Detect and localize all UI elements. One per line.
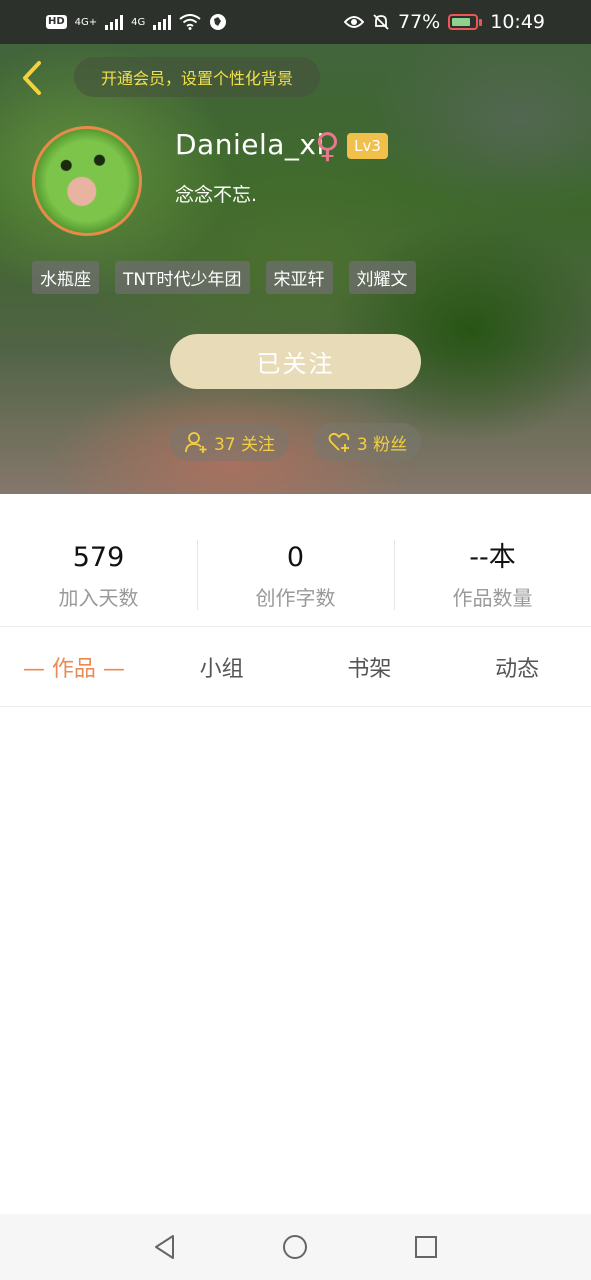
user-add-icon — [185, 432, 207, 453]
stat-label: 加入天数 — [58, 586, 139, 610]
avatar[interactable] — [32, 126, 142, 236]
female-icon: ♀ — [315, 126, 340, 166]
clock: 10:49 — [490, 11, 545, 33]
stat-works-count: --本 作品数量 — [394, 530, 591, 620]
signature: 念念不忘. — [175, 184, 258, 206]
status-right: 77% 10:49 — [344, 11, 545, 33]
stat-label: 创作字数 — [255, 586, 336, 610]
tab-bookshelf[interactable]: 书架 — [296, 651, 444, 683]
circle-home-icon — [283, 1235, 308, 1259]
battery-icon — [448, 14, 483, 30]
divider — [0, 706, 591, 707]
stats-row: 579 加入天数 0 创作字数 --本 作品数量 — [0, 530, 591, 620]
signal-icon-2 — [153, 14, 172, 30]
follow-button[interactable]: 已关注 — [170, 334, 421, 389]
fans-count: 3 粉丝 — [356, 434, 408, 455]
triangle-back-icon — [155, 1235, 175, 1259]
profile-header: HD 4G+ 4G 77% 10:49 开通会员，设置个性化背景 Daniela… — [0, 0, 591, 494]
tag-item[interactable]: 宋亚轩 — [265, 261, 333, 294]
stat-value: --本 — [469, 542, 516, 573]
system-nav-bar — [0, 1214, 591, 1280]
sim2-label: 4G — [131, 16, 146, 28]
level-badge: Lv3 — [347, 133, 388, 159]
status-bar: HD 4G+ 4G 77% 10:49 — [0, 0, 591, 44]
location-icon — [210, 14, 227, 30]
divider — [0, 626, 591, 627]
stat-join-days: 579 加入天数 — [0, 530, 197, 620]
mute-bell-icon — [373, 14, 389, 30]
tab-activity[interactable]: 动态 — [443, 651, 591, 683]
battery-percent: 77% — [398, 11, 441, 33]
status-left: HD 4G+ 4G — [46, 13, 227, 31]
tab-groups[interactable]: 小组 — [148, 651, 296, 683]
nav-back-button[interactable] — [145, 1227, 185, 1267]
tag-list: 水瓶座 TNT时代少年团 宋亚轩 刘耀文 — [32, 261, 416, 294]
stat-label: 作品数量 — [452, 586, 533, 610]
stat-word-count: 0 创作字数 — [197, 530, 394, 620]
following-button[interactable]: 37 关注 — [170, 423, 289, 461]
nav-home-button[interactable] — [275, 1227, 315, 1267]
stat-value: 579 — [72, 542, 125, 573]
chevron-left-icon — [23, 61, 41, 95]
back-button[interactable] — [12, 56, 52, 100]
tag-item[interactable]: TNT时代少年团 — [115, 261, 250, 294]
eye-icon — [344, 16, 364, 28]
nav-recents-button[interactable] — [406, 1227, 446, 1267]
signal-icon — [105, 14, 124, 30]
stat-value: 0 — [286, 542, 305, 573]
username: Daniela_xi — [175, 128, 325, 161]
vip-background-button[interactable]: 开通会员，设置个性化背景 — [74, 57, 320, 97]
tag-item[interactable]: 刘耀文 — [348, 261, 416, 294]
sim1-label: 4G+ — [74, 16, 98, 28]
following-count: 37 关注 — [213, 434, 276, 455]
tag-item[interactable]: 水瓶座 — [32, 261, 99, 294]
heart-add-icon — [328, 432, 350, 452]
wifi-icon — [179, 14, 201, 30]
tab-works[interactable]: — 作品 — — [0, 651, 148, 683]
tab-bar: — 作品 — 小组 书架 动态 — [0, 628, 591, 706]
square-recents-icon — [414, 1236, 437, 1258]
fans-button[interactable]: 3 粉丝 — [313, 423, 421, 461]
hd-icon: HD — [46, 15, 67, 29]
